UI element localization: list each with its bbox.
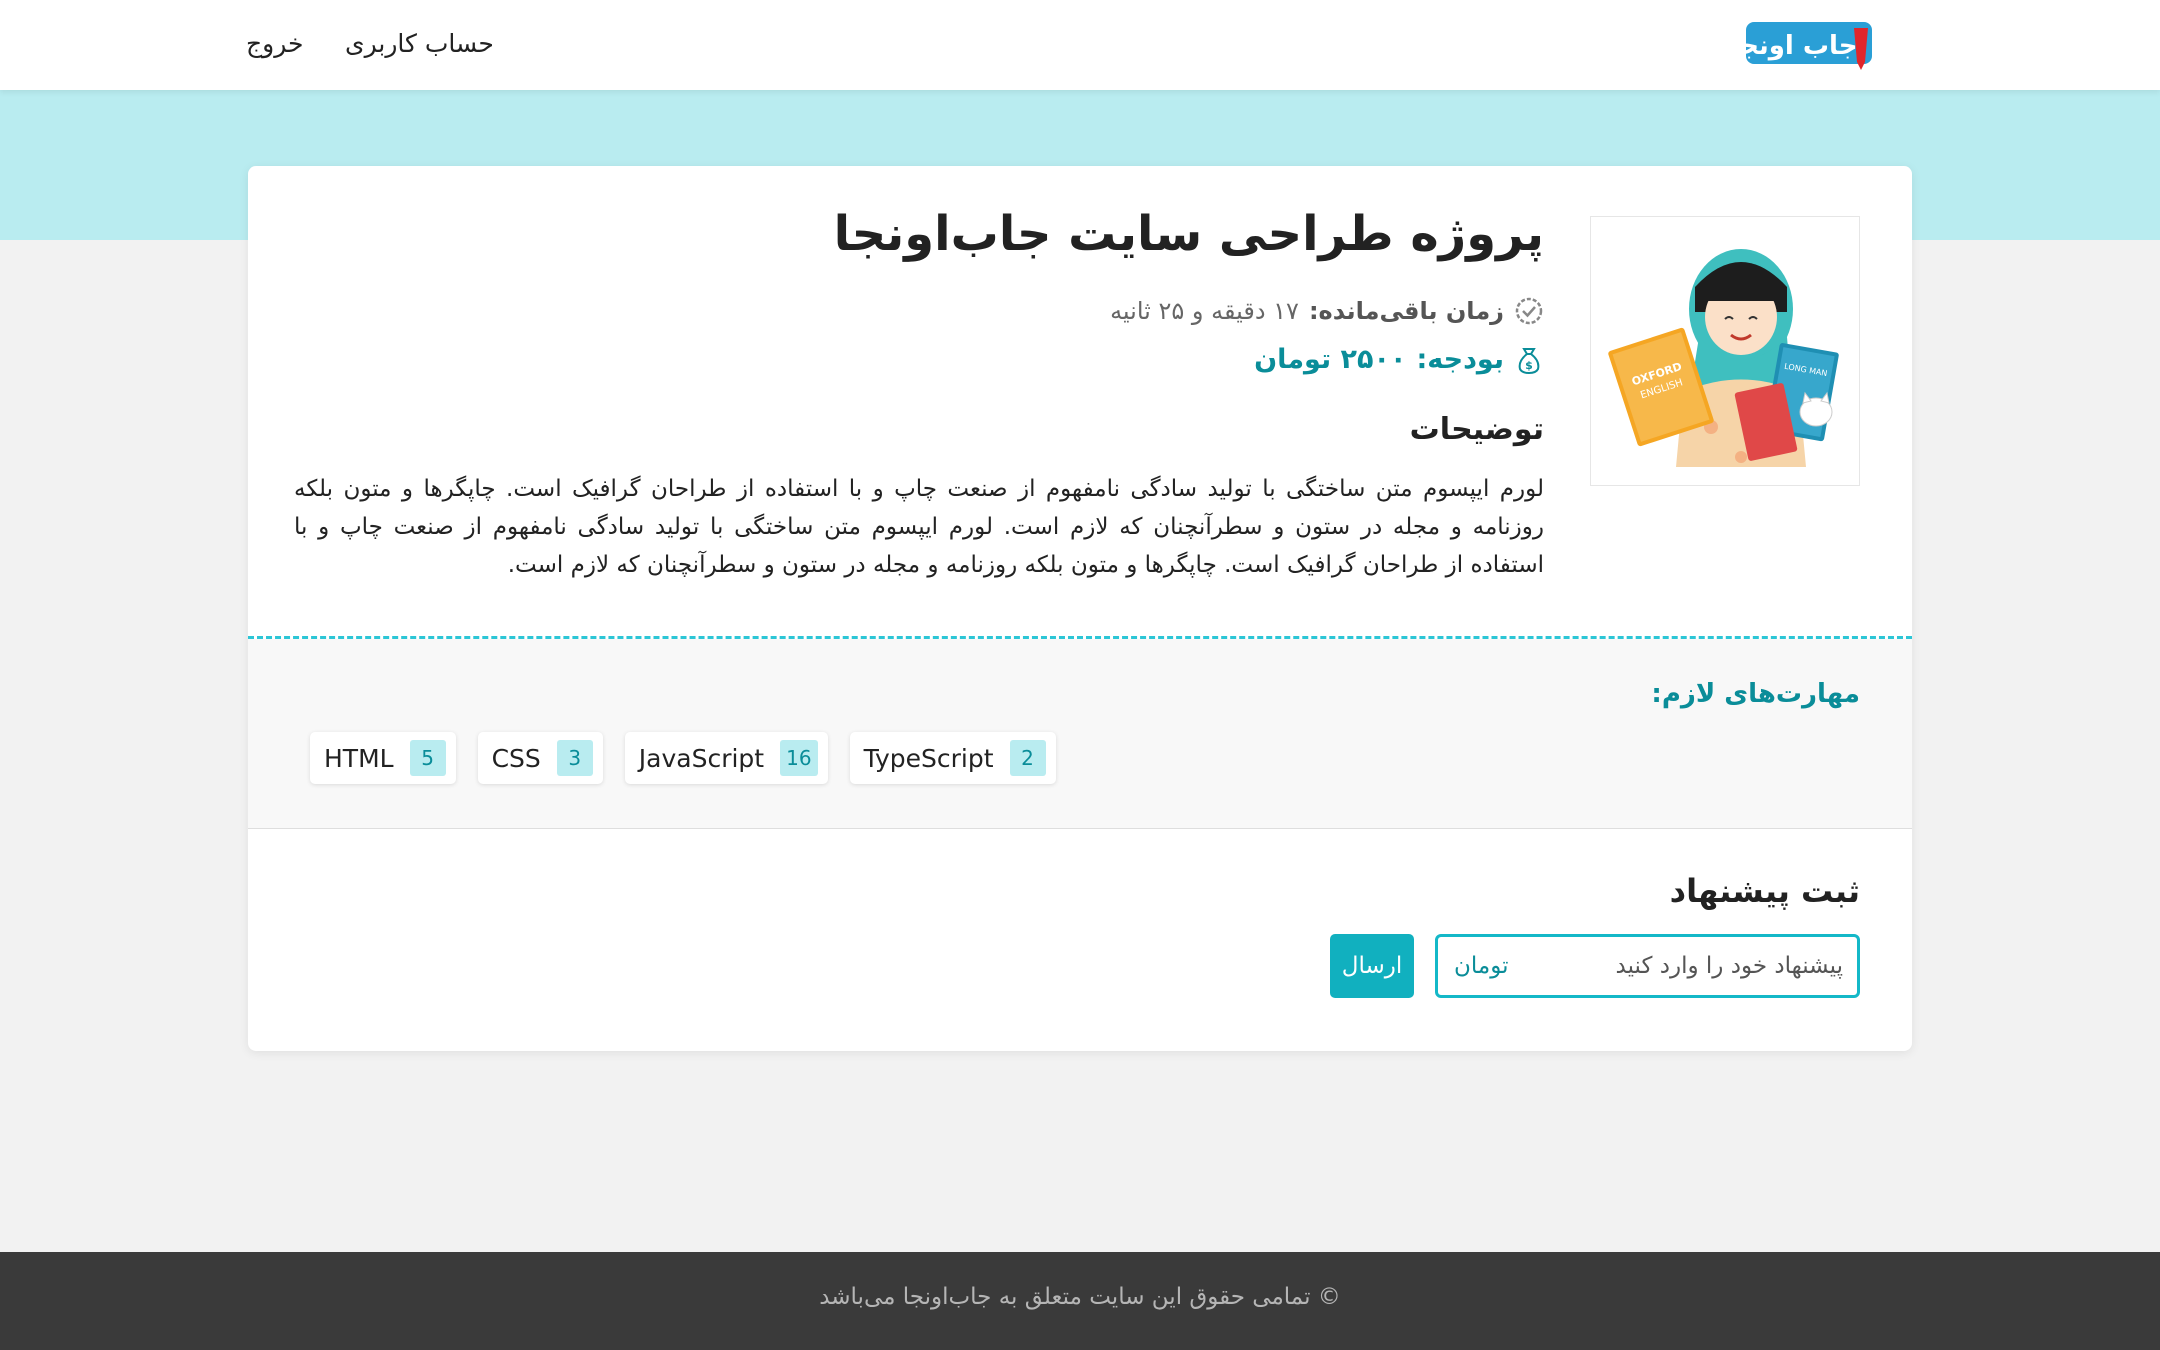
budget: $ بودجه: ۲۵۰۰ تومان	[1254, 344, 1544, 375]
copyright-text: © تمامی حقوق این سایت متعلق به جاب‌اونجا…	[819, 1284, 1341, 1310]
bid-input[interactable]	[1543, 937, 1843, 995]
nav-logout-link[interactable]: خروج	[246, 24, 303, 64]
project-image: OXFORD ENGLISH LONG MAN	[1590, 216, 1860, 486]
skill-endorsement-count: 16	[780, 740, 818, 776]
nav-account-link[interactable]: حساب کاربری	[345, 24, 494, 64]
skill-chip-javascript[interactable]: JavaScript 16	[624, 732, 828, 784]
budget-value: ۲۵۰۰ تومان	[1254, 344, 1407, 375]
time-value: ۱۷ دقیقه و ۲۵ ثانیه	[1110, 297, 1299, 325]
bid-heading: ثبت پیشنهاد	[1669, 872, 1860, 910]
budget-label: بودجه:	[1416, 344, 1504, 375]
clock-check-icon	[1514, 296, 1544, 326]
description-text: لورم ایپسوم متن ساختگی با تولید سادگی نا…	[294, 476, 1544, 578]
skills-heading: مهارت‌های لازم:	[1651, 679, 1860, 709]
description-heading: توضیحات	[1409, 412, 1544, 447]
submit-bid-button[interactable]: ارسال	[1330, 934, 1414, 998]
bid-field[interactable]: تومان	[1435, 934, 1860, 998]
bid-currency-unit: تومان	[1454, 953, 1509, 979]
skill-endorsement-count: 2	[1009, 740, 1046, 776]
svg-text:$: $	[1525, 359, 1533, 372]
project-card: OXFORD ENGLISH LONG MAN پروژه طراحی سایت…	[248, 166, 1912, 1051]
logo-icon: جاب اونجا	[1730, 22, 1872, 70]
logo-text: جاب اونجا	[1742, 31, 1858, 61]
skill-chip-typescript[interactable]: TypeScript 2	[849, 732, 1056, 784]
footer: © تمامی حقوق این سایت متعلق به جاب‌اونجا…	[0, 1252, 2160, 1350]
project-title: پروژه طراحی سایت جاب‌اونجا	[833, 206, 1544, 262]
skill-name: HTML	[324, 743, 394, 773]
skills-section: مهارت‌های لازم: HTML 5 CSS 3 JavaScript …	[248, 639, 1912, 829]
skill-name: CSS	[491, 743, 541, 773]
skill-chip-html[interactable]: HTML 5	[310, 732, 456, 784]
skill-endorsement-count: 3	[556, 740, 593, 776]
skill-name: TypeScript	[863, 743, 994, 773]
top-navbar: جاب اونجا حساب کاربری خروج	[0, 0, 2160, 90]
skills-list: HTML 5 CSS 3 JavaScript 16 TypeScript 2	[310, 732, 1056, 784]
money-bag-icon: $	[1514, 345, 1544, 375]
skill-endorsement-count: 5	[409, 740, 446, 776]
site-logo[interactable]: جاب اونجا	[1730, 18, 1882, 78]
skill-chip-css[interactable]: CSS 3	[477, 732, 603, 784]
girl-with-books-illustration: OXFORD ENGLISH LONG MAN	[1608, 249, 1839, 467]
time-label: زمان باقی‌مانده:	[1308, 297, 1504, 325]
time-remaining: زمان باقی‌مانده: ۱۷ دقیقه و ۲۵ ثانیه	[1110, 296, 1544, 326]
skill-name: JavaScript	[638, 743, 765, 773]
